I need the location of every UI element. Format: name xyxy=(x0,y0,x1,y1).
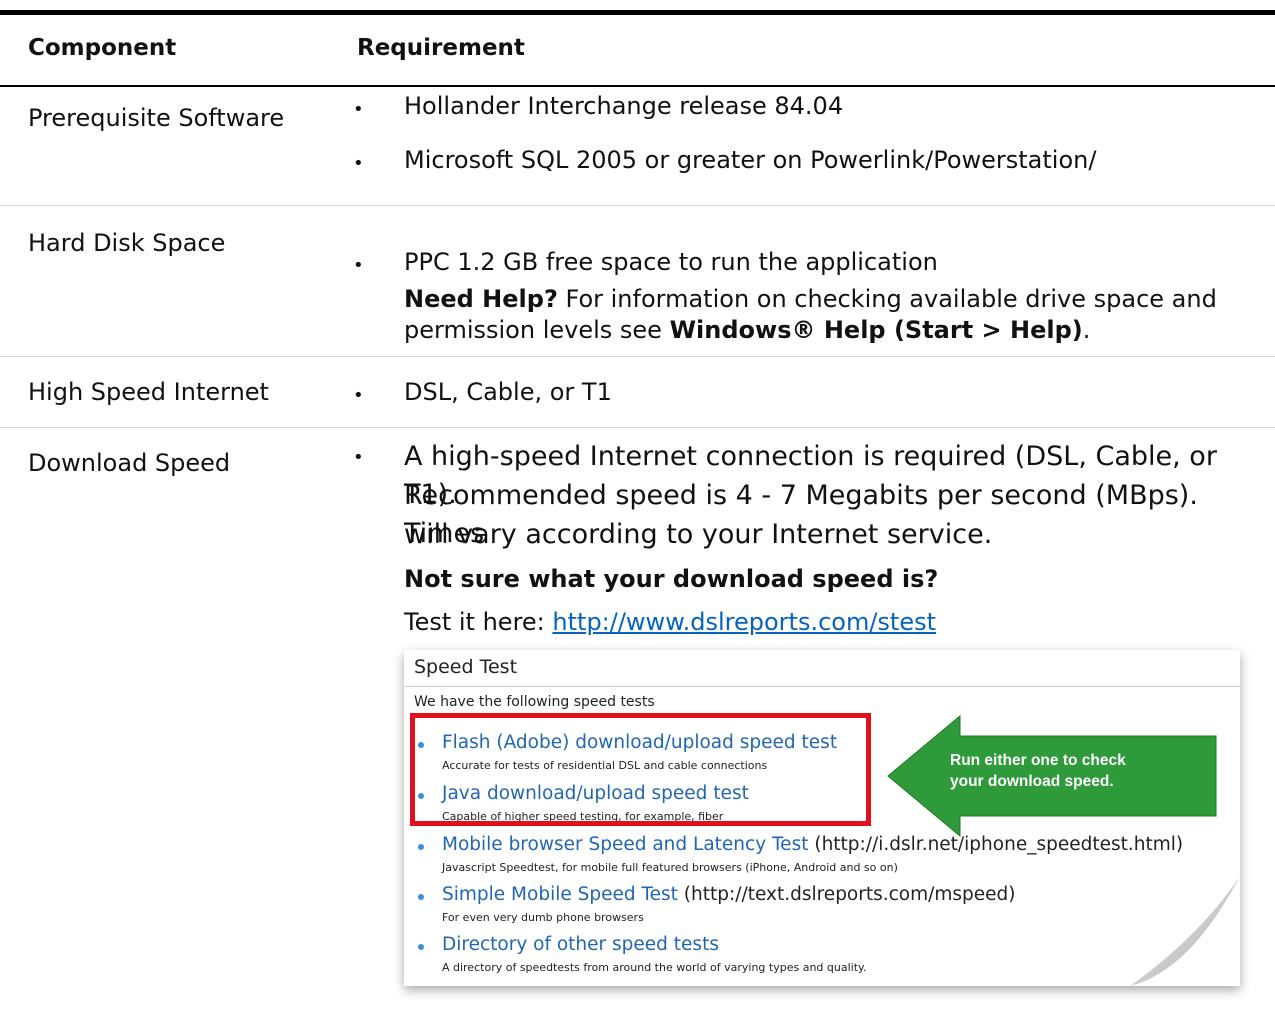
bullet-icon xyxy=(418,894,424,900)
requirement-item: PPC 1.2 GB free space to run the applica… xyxy=(404,248,938,276)
header-border xyxy=(0,85,1275,87)
row-divider xyxy=(0,356,1275,357)
speed-test-intro: We have the following speed tests xyxy=(414,694,655,710)
highlight-box xyxy=(410,713,871,826)
speed-test-title: Speed Test xyxy=(414,656,518,678)
directory-speed-tests-link[interactable]: Directory of other speed tests xyxy=(442,934,719,955)
bullet-icon xyxy=(418,844,424,850)
callout-line-2: your download speed. xyxy=(950,773,1114,790)
requirement-item: DSL, Cable, or T1 xyxy=(404,378,612,406)
page-curl-icon xyxy=(1130,876,1240,986)
download-speed-question: Not sure what your download speed is? xyxy=(404,565,939,593)
component-column-header: Component xyxy=(28,35,177,61)
component-high-speed-internet: High Speed Internet xyxy=(28,378,269,406)
component-download-speed: Download Speed xyxy=(28,449,231,477)
need-help-note: Need Help? For information on checking a… xyxy=(404,284,1244,346)
table-top-border xyxy=(0,10,1275,15)
bullet: • xyxy=(353,99,364,120)
bullet: • xyxy=(353,153,364,174)
requirement-line: will vary according to your Internet ser… xyxy=(404,519,993,550)
arrow-callout-text: Run either one to check your download sp… xyxy=(950,750,1126,792)
speed-test-item-title: Directory of other speed tests xyxy=(442,934,719,955)
speed-test-url: (http://text.dslreports.com/mspeed) xyxy=(677,884,1016,905)
bullet: • xyxy=(353,255,364,276)
requirement-item: Microsoft SQL 2005 or greater on Powerli… xyxy=(404,146,1097,174)
need-help-period: . xyxy=(1082,316,1091,344)
bullet-icon xyxy=(418,944,424,950)
component-prerequisite-software: Prerequisite Software xyxy=(28,104,285,132)
callout-line-1: Run either one to check xyxy=(950,752,1126,769)
row-divider xyxy=(0,205,1275,206)
row-divider xyxy=(0,427,1275,428)
speed-test-item-title: Simple Mobile Speed Test (http://text.ds… xyxy=(442,884,1016,905)
dslreports-speed-test-link[interactable]: http://www.dslreports.com/stest xyxy=(552,608,936,636)
test-it-here: Test it here: http://www.dslreports.com/… xyxy=(404,607,936,638)
speed-test-description: Javascript Speedtest, for mobile full fe… xyxy=(442,861,898,874)
test-it-here-label: Test it here: xyxy=(404,608,553,636)
requirement-column-header: Requirement xyxy=(357,35,525,61)
simple-mobile-speed-test-link[interactable]: Simple Mobile Speed Test xyxy=(442,884,678,905)
speed-test-description: For even very dumb phone browsers xyxy=(442,911,644,924)
speed-test-title-divider xyxy=(404,686,1240,687)
need-help-label: Need Help? xyxy=(404,285,558,313)
speed-test-screenshot: Speed Test We have the following speed t… xyxy=(404,650,1240,986)
requirement-item: Hollander Interchange release 84.04 xyxy=(404,92,844,120)
bullet: • xyxy=(353,447,364,468)
mobile-speed-test-link[interactable]: Mobile browser Speed and Latency Test xyxy=(442,834,808,855)
windows-help-reference: Windows® Help (Start > Help) xyxy=(669,316,1083,344)
component-hard-disk-space: Hard Disk Space xyxy=(28,229,226,257)
speed-test-description: A directory of speedtests from around th… xyxy=(442,961,867,974)
bullet: • xyxy=(353,385,364,406)
